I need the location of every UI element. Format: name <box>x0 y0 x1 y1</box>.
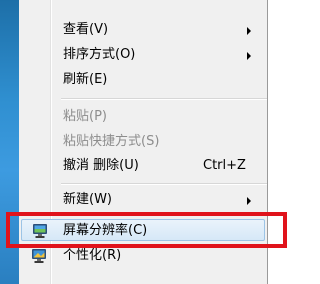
menu-separator <box>61 183 267 185</box>
menu-item-view[interactable]: 查看(V) <box>21 19 265 41</box>
menu-item-refresh[interactable]: 刷新(E) <box>21 69 265 91</box>
menu-item-paste-shortcut[interactable]: 粘贴快捷方式(S) <box>21 131 265 153</box>
menu-item-new-label: 新建(W) <box>63 192 112 207</box>
menu-item-new[interactable]: 新建(W) <box>21 189 265 211</box>
menu-separator <box>61 98 267 100</box>
menu-item-personalize-label: 个性化(R) <box>63 248 122 263</box>
personalize-icon <box>31 248 47 264</box>
submenu-arrow-icon <box>247 197 251 205</box>
menu-item-undo-delete[interactable]: 撤消 删除(U) Ctrl+Z <box>21 155 265 177</box>
menu-item-paste-shortcut-label: 粘贴快捷方式(S) <box>63 134 160 149</box>
menu-item-undo-delete-label: 撤消 删除(U) <box>63 158 139 173</box>
menu-item-view-label: 查看(V) <box>63 22 109 37</box>
submenu-arrow-icon <box>247 27 251 35</box>
menu-item-personalize[interactable]: 个性化(R) <box>21 245 265 267</box>
menu-item-sort-by-label: 排序方式(O) <box>63 47 136 62</box>
menu-item-paste[interactable]: 粘贴(P) <box>21 106 265 128</box>
menu-item-paste-label: 粘贴(P) <box>63 109 107 124</box>
menu-item-sort-by[interactable]: 排序方式(O) <box>21 44 265 66</box>
submenu-arrow-icon <box>247 52 251 60</box>
menu-item-undo-shortcut: Ctrl+Z <box>203 158 246 173</box>
menu-item-refresh-label: 刷新(E) <box>63 72 108 87</box>
annotation-highlight-box <box>6 212 287 248</box>
